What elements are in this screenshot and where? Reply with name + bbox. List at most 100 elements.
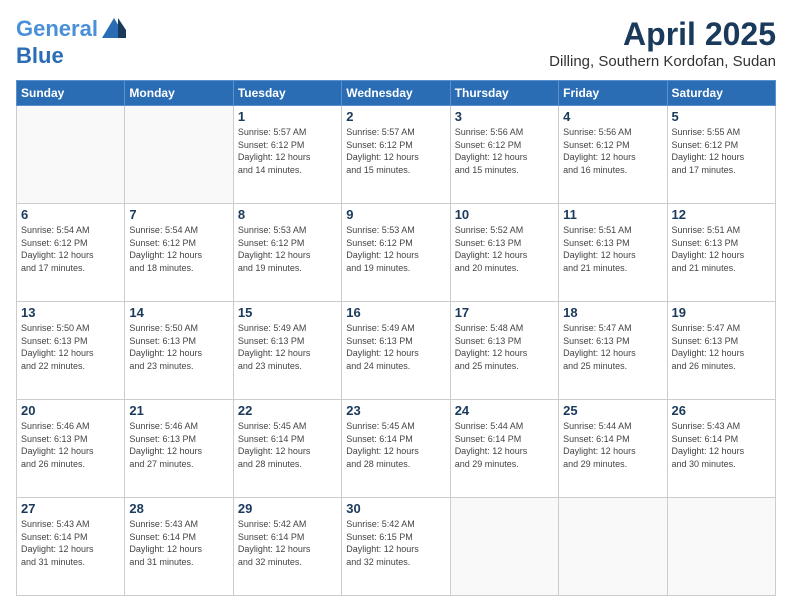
day-info: Sunrise: 5:43 AM Sunset: 6:14 PM Dayligh… — [672, 420, 771, 470]
day-number: 28 — [129, 501, 228, 516]
calendar-cell: 8 Sunrise: 5:53 AM Sunset: 6:12 PM Daylig… — [233, 204, 341, 302]
logo-general: General — [16, 16, 98, 41]
day-number: 13 — [21, 305, 120, 320]
day-number: 5 — [672, 109, 771, 124]
calendar-cell: 26 Sunrise: 5:43 AM Sunset: 6:14 PM Dayli… — [667, 400, 775, 498]
calendar-cell: 9 Sunrise: 5:53 AM Sunset: 6:12 PM Daylig… — [342, 204, 450, 302]
day-info: Sunrise: 5:44 AM Sunset: 6:14 PM Dayligh… — [563, 420, 662, 470]
calendar-cell: 24 Sunrise: 5:44 AM Sunset: 6:14 PM Dayli… — [450, 400, 558, 498]
calendar-cell: 13Sunrise: 5:50 AM Sunset: 6:13 PM Dayli… — [17, 302, 125, 400]
day-number: 9 — [346, 207, 445, 222]
day-info: Sunrise: 5:52 AM Sunset: 6:13 PM Dayligh… — [455, 224, 554, 274]
day-number: 6 — [21, 207, 120, 222]
week-row-5: 27 Sunrise: 5:43 AM Sunset: 6:14 PM Dayli… — [17, 498, 776, 596]
subtitle: Dilling, Southern Kordofan, Sudan — [549, 53, 776, 70]
calendar-cell: 5 Sunrise: 5:55 AM Sunset: 6:12 PM Daylig… — [667, 106, 775, 204]
day-info: Sunrise: 5:46 AM Sunset: 6:13 PM Dayligh… — [129, 420, 228, 470]
week-row-1: 1 Sunrise: 5:57 AM Sunset: 6:12 PM Daylig… — [17, 106, 776, 204]
day-info: Sunrise: 5:49 AM Sunset: 6:13 PM Dayligh… — [346, 322, 445, 372]
day-info: Sunrise: 5:56 AM Sunset: 6:12 PM Dayligh… — [455, 126, 554, 176]
day-number: 2 — [346, 109, 445, 124]
calendar-cell: 18 Sunrise: 5:47 AM Sunset: 6:13 PM Dayli… — [559, 302, 667, 400]
day-info: Sunrise: 5:45 AM Sunset: 6:14 PM Dayligh… — [238, 420, 337, 470]
calendar-cell: 7 Sunrise: 5:54 AM Sunset: 6:12 PM Daylig… — [125, 204, 233, 302]
day-info: Sunrise: 5:46 AM Sunset: 6:13 PM Dayligh… — [21, 420, 120, 470]
day-info: Sunrise: 5:50 AM Sunset: 6:13 PM Dayligh… — [129, 322, 228, 372]
day-number: 22 — [238, 403, 337, 418]
day-number: 24 — [455, 403, 554, 418]
day-info: Sunrise: 5:47 AM Sunset: 6:13 PM Dayligh… — [563, 322, 662, 372]
calendar-cell: 28 Sunrise: 5:43 AM Sunset: 6:14 PM Dayli… — [125, 498, 233, 596]
calendar-cell: 29 Sunrise: 5:42 AM Sunset: 6:14 PM Dayli… — [233, 498, 341, 596]
weekday-header-wednesday: Wednesday — [342, 81, 450, 106]
day-number: 30 — [346, 501, 445, 516]
day-info: Sunrise: 5:43 AM Sunset: 6:14 PM Dayligh… — [21, 518, 120, 568]
calendar-cell: 23 Sunrise: 5:45 AM Sunset: 6:14 PM Dayli… — [342, 400, 450, 498]
day-number: 7 — [129, 207, 228, 222]
day-number: 20 — [21, 403, 120, 418]
weekday-header-monday: Monday — [125, 81, 233, 106]
calendar-table: SundayMondayTuesdayWednesdayThursdayFrid… — [16, 80, 776, 596]
day-info: Sunrise: 5:43 AM Sunset: 6:14 PM Dayligh… — [129, 518, 228, 568]
calendar-cell: 22 Sunrise: 5:45 AM Sunset: 6:14 PM Dayli… — [233, 400, 341, 498]
day-number: 16 — [346, 305, 445, 320]
calendar-cell: 16 Sunrise: 5:49 AM Sunset: 6:13 PM Dayli… — [342, 302, 450, 400]
calendar-cell: 19Sunrise: 5:47 AM Sunset: 6:13 PM Dayli… — [667, 302, 775, 400]
page: General Blue April 2025 Dilling, Souther… — [0, 0, 792, 612]
calendar-cell: 25 Sunrise: 5:44 AM Sunset: 6:14 PM Dayli… — [559, 400, 667, 498]
calendar-cell: 10Sunrise: 5:52 AM Sunset: 6:13 PM Dayli… — [450, 204, 558, 302]
day-number: 4 — [563, 109, 662, 124]
day-number: 25 — [563, 403, 662, 418]
calendar-cell: 1 Sunrise: 5:57 AM Sunset: 6:12 PM Daylig… — [233, 106, 341, 204]
weekday-header-tuesday: Tuesday — [233, 81, 341, 106]
day-info: Sunrise: 5:54 AM Sunset: 6:12 PM Dayligh… — [129, 224, 228, 274]
day-number: 14 — [129, 305, 228, 320]
weekday-header-thursday: Thursday — [450, 81, 558, 106]
week-row-4: 20 Sunrise: 5:46 AM Sunset: 6:13 PM Dayli… — [17, 400, 776, 498]
day-info: Sunrise: 5:55 AM Sunset: 6:12 PM Dayligh… — [672, 126, 771, 176]
day-number: 1 — [238, 109, 337, 124]
calendar-cell: 15Sunrise: 5:49 AM Sunset: 6:13 PM Dayli… — [233, 302, 341, 400]
calendar-cell — [667, 498, 775, 596]
day-info: Sunrise: 5:57 AM Sunset: 6:12 PM Dayligh… — [238, 126, 337, 176]
calendar-cell: 21Sunrise: 5:46 AM Sunset: 6:13 PM Dayli… — [125, 400, 233, 498]
calendar-cell: 17Sunrise: 5:48 AM Sunset: 6:13 PM Dayli… — [450, 302, 558, 400]
main-title: April 2025 — [549, 16, 776, 53]
calendar-cell — [450, 498, 558, 596]
calendar-cell: 14 Sunrise: 5:50 AM Sunset: 6:13 PM Dayli… — [125, 302, 233, 400]
week-row-3: 13 Sunrise: 5:50 AM Sunset: 6:13 PM Dayli… — [17, 302, 776, 400]
weekday-header-row: SundayMondayTuesdayWednesdayThursdayFrid… — [17, 81, 776, 106]
day-info: Sunrise: 5:53 AM Sunset: 6:12 PM Dayligh… — [346, 224, 445, 274]
calendar-cell: 20 Sunrise: 5:46 AM Sunset: 6:13 PM Dayli… — [17, 400, 125, 498]
day-number: 27 — [21, 501, 120, 516]
calendar-cell — [125, 106, 233, 204]
day-info: Sunrise: 5:42 AM Sunset: 6:14 PM Dayligh… — [238, 518, 337, 568]
calendar-cell: 30 Sunrise: 5:42 AM Sunset: 6:15 PM Dayli… — [342, 498, 450, 596]
day-number: 26 — [672, 403, 771, 418]
day-info: Sunrise: 5:44 AM Sunset: 6:14 PM Dayligh… — [455, 420, 554, 470]
day-number: 18 — [563, 305, 662, 320]
calendar-cell: 11Sunrise: 5:51 AM Sunset: 6:13 PM Dayli… — [559, 204, 667, 302]
day-number: 12 — [672, 207, 771, 222]
calendar-cell: 2Sunrise: 5:57 AM Sunset: 6:12 PM Daylig… — [342, 106, 450, 204]
calendar-cell — [559, 498, 667, 596]
header: General Blue April 2025 Dilling, Souther… — [16, 16, 776, 70]
day-number: 11 — [563, 207, 662, 222]
week-row-2: 6 Sunrise: 5:54 AM Sunset: 6:12 PM Daylig… — [17, 204, 776, 302]
day-info: Sunrise: 5:53 AM Sunset: 6:12 PM Dayligh… — [238, 224, 337, 274]
calendar-cell: 6Sunrise: 5:54 AM Sunset: 6:12 PM Daylig… — [17, 204, 125, 302]
logo: General Blue — [16, 16, 128, 68]
day-info: Sunrise: 5:51 AM Sunset: 6:13 PM Dayligh… — [672, 224, 771, 274]
weekday-header-saturday: Saturday — [667, 81, 775, 106]
calendar-cell: 3Sunrise: 5:56 AM Sunset: 6:12 PM Daylig… — [450, 106, 558, 204]
day-number: 29 — [238, 501, 337, 516]
day-number: 8 — [238, 207, 337, 222]
logo-icon — [100, 16, 128, 44]
day-info: Sunrise: 5:56 AM Sunset: 6:12 PM Dayligh… — [563, 126, 662, 176]
logo-blue: Blue — [16, 43, 64, 68]
calendar-cell: 4 Sunrise: 5:56 AM Sunset: 6:12 PM Daylig… — [559, 106, 667, 204]
day-number: 15 — [238, 305, 337, 320]
day-info: Sunrise: 5:45 AM Sunset: 6:14 PM Dayligh… — [346, 420, 445, 470]
day-info: Sunrise: 5:42 AM Sunset: 6:15 PM Dayligh… — [346, 518, 445, 568]
day-number: 23 — [346, 403, 445, 418]
